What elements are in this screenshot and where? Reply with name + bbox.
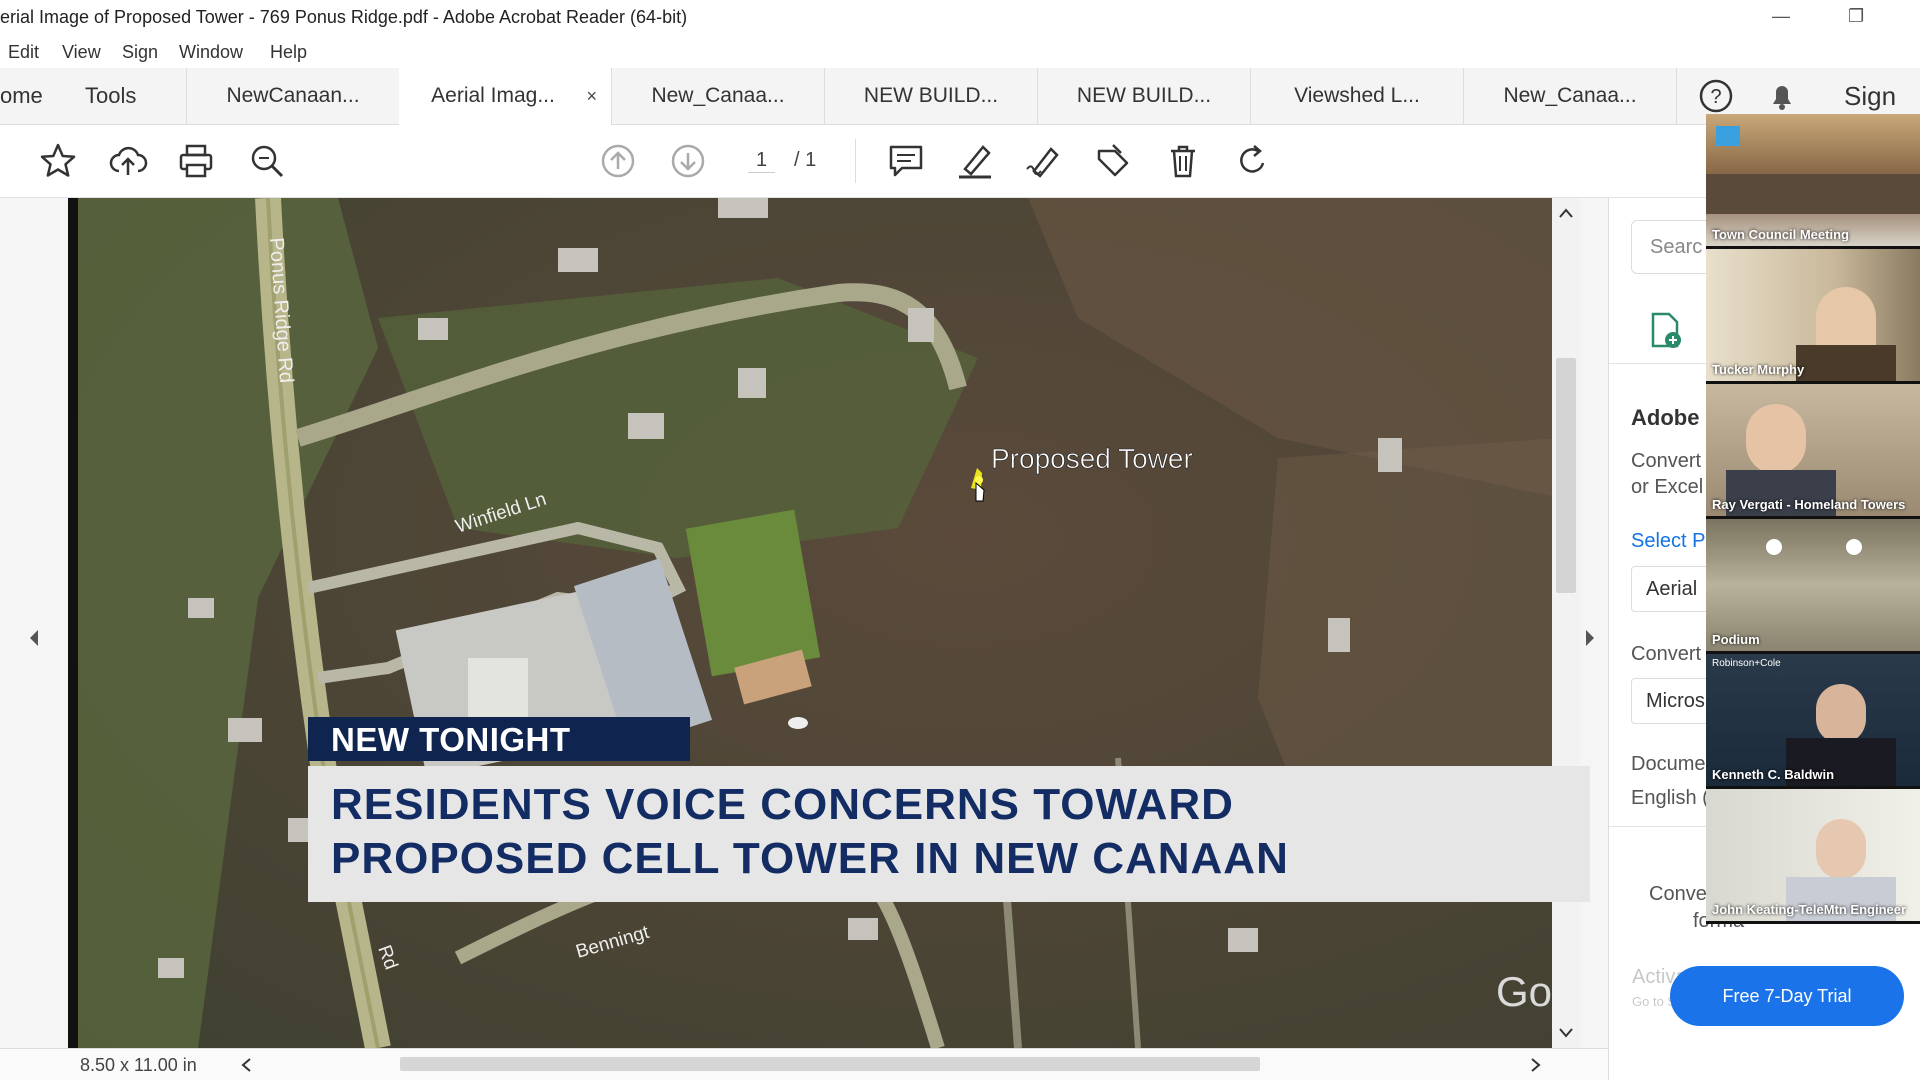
- video-conference-strip: Town Council Meeting Tucker Murphy Ray V…: [1706, 114, 1920, 924]
- page-next-arrow-icon[interactable]: [1582, 628, 1598, 648]
- tab-home[interactable]: ome: [0, 68, 43, 124]
- minimize-icon[interactable]: —: [1772, 6, 1790, 27]
- file-select-value: Aerial: [1646, 578, 1698, 600]
- bell-icon[interactable]: [1764, 78, 1800, 114]
- svg-text:?: ?: [1710, 86, 1721, 108]
- zoom-search-icon[interactable]: [247, 141, 287, 181]
- search-placeholder: Searc: [1650, 236, 1703, 258]
- page-size-label: 8.50 x 11.00 in: [80, 1055, 197, 1075]
- format-select-value: Micros: [1646, 690, 1705, 712]
- document-area[interactable]: Ponus Ridge Rd Winfield Ln Proposed Towe…: [0, 198, 1608, 1048]
- edit-tag-icon[interactable]: [1093, 141, 1133, 181]
- tab-document[interactable]: NEW BUILD...: [1038, 68, 1251, 124]
- menu-help[interactable]: Help: [270, 42, 307, 63]
- headline-line-1: RESIDENTS VOICE CONCERNS TOWARD: [331, 780, 1234, 829]
- video-tile[interactable]: Ray Vergati - Homeland Towers: [1706, 384, 1920, 519]
- panel-text: or Excel: [1631, 476, 1704, 498]
- aerial-map-page[interactable]: Ponus Ridge Rd Winfield Ln Proposed Towe…: [68, 198, 1560, 1048]
- video-tile[interactable]: Town Council Meeting: [1706, 114, 1920, 249]
- panel-text: Docume: [1631, 753, 1706, 775]
- video-tile-label: Podium: [1712, 632, 1760, 647]
- panel-text: Convert: [1631, 450, 1702, 472]
- tab-label: Aerial Imag...: [431, 84, 555, 107]
- panel-text: Convert: [1631, 643, 1702, 665]
- toolbar: 1 / 1: [0, 125, 1920, 198]
- video-tile-label: Tucker Murphy: [1712, 362, 1805, 377]
- map-label-proposed-tower: Proposed Tower: [991, 443, 1193, 474]
- tab-document[interactable]: NEW BUILD...: [825, 68, 1038, 124]
- window-title: erial Image of Proposed Tower - 769 Ponu…: [0, 7, 688, 27]
- google-watermark: Go: [1496, 968, 1552, 1015]
- scroll-left-icon[interactable]: [240, 1057, 252, 1073]
- title-bar: erial Image of Proposed Tower - 769 Ponu…: [0, 0, 1920, 36]
- news-headline-banner: RESIDENTS VOICE CONCERNS TOWARD PROPOSED…: [308, 766, 1590, 902]
- fill-sign-icon[interactable]: [1024, 141, 1064, 181]
- help-icon[interactable]: ?: [1698, 78, 1734, 114]
- menu-sign[interactable]: Sign: [122, 42, 158, 63]
- select-pdf-link[interactable]: Select Pl: [1631, 530, 1710, 553]
- trash-icon[interactable]: [1163, 141, 1203, 181]
- page-total: / 1: [794, 149, 817, 171]
- tab-document[interactable]: New_Canaa...: [612, 68, 825, 124]
- tab-label: NewCanaan...: [226, 84, 360, 107]
- video-tile-label: John Keating-TeleMtn Engineer: [1712, 902, 1907, 917]
- video-tile-label: Town Council Meeting: [1712, 227, 1849, 242]
- export-pdf-icon[interactable]: [1647, 310, 1683, 350]
- video-tile[interactable]: John Keating-TeleMtn Engineer: [1706, 789, 1920, 924]
- status-bar: 8.50 x 11.00 in: [0, 1048, 1608, 1080]
- tab-document[interactable]: Viewshed L...: [1251, 68, 1464, 124]
- screen: erial Image of Proposed Tower - 769 Ponu…: [0, 0, 1920, 1080]
- video-tile[interactable]: Tucker Murphy: [1706, 249, 1920, 384]
- tab-document-active[interactable]: Aerial Imag... ×: [399, 68, 612, 125]
- close-icon[interactable]: ×: [586, 68, 597, 124]
- video-tile[interactable]: Robinson+Cole Kenneth C. Baldwin: [1706, 654, 1920, 789]
- page-up-icon[interactable]: [598, 141, 638, 181]
- horizontal-scroll-thumb[interactable]: [400, 1057, 1260, 1071]
- vertical-scrollbar[interactable]: [1552, 198, 1580, 1048]
- news-tag-banner: NEW TONIGHT: [308, 717, 690, 761]
- scroll-right-icon[interactable]: [1530, 1057, 1542, 1073]
- rotate-icon[interactable]: [1232, 141, 1272, 181]
- restore-icon[interactable]: ❐: [1848, 6, 1864, 27]
- video-tile-label: Kenneth C. Baldwin: [1712, 767, 1835, 782]
- page-prev-arrow-icon[interactable]: [26, 628, 42, 648]
- print-icon[interactable]: [176, 141, 216, 181]
- highlight-pen-icon[interactable]: [955, 141, 995, 181]
- toolbar-divider: [855, 139, 856, 183]
- scroll-down-icon[interactable]: [1558, 1026, 1574, 1040]
- menu-window[interactable]: Window: [179, 42, 243, 63]
- video-tile-sublabel: Robinson+Cole: [1712, 658, 1781, 669]
- tab-bar: ome Tools NewCanaan... Aerial Imag... × …: [0, 68, 1920, 167]
- page-number-input[interactable]: 1: [748, 149, 776, 173]
- menu-edit[interactable]: Edit: [8, 42, 39, 63]
- page-down-icon[interactable]: [668, 141, 708, 181]
- upload-cloud-icon[interactable]: [108, 141, 148, 181]
- tab-tools[interactable]: Tools: [85, 68, 136, 124]
- vertical-scroll-thumb[interactable]: [1556, 358, 1576, 593]
- tab-document[interactable]: NewCanaan...: [186, 68, 400, 124]
- headline-line-2: PROPOSED CELL TOWER IN NEW CANAAN: [331, 834, 1289, 883]
- aerial-map-image: Ponus Ridge Rd Winfield Ln Proposed Towe…: [78, 198, 1560, 1048]
- free-trial-button[interactable]: Free 7-Day Trial: [1670, 966, 1904, 1026]
- comment-icon[interactable]: [886, 141, 926, 181]
- tab-label: New_Canaa...: [1503, 84, 1637, 107]
- tab-label: NEW BUILD...: [863, 84, 999, 107]
- video-tile[interactable]: Podium: [1706, 519, 1920, 654]
- tab-label: New_Canaa...: [651, 84, 785, 107]
- tab-label: Viewshed L...: [1294, 84, 1420, 107]
- tab-label: NEW BUILD...: [1076, 84, 1212, 107]
- star-icon[interactable]: [38, 141, 78, 181]
- panel-text: Conve: [1649, 883, 1707, 905]
- panel-text: English (: [1631, 787, 1709, 809]
- scroll-up-icon[interactable]: [1558, 206, 1574, 220]
- panel-heading: Adobe: [1631, 405, 1700, 430]
- menu-bar: Edit View Sign Window Help: [0, 36, 1920, 68]
- news-tag-text: NEW TONIGHT: [331, 721, 571, 758]
- menu-view[interactable]: View: [62, 42, 101, 63]
- tab-document[interactable]: New_Canaa...: [1464, 68, 1677, 124]
- video-tile-label: Ray Vergati - Homeland Towers: [1712, 497, 1906, 512]
